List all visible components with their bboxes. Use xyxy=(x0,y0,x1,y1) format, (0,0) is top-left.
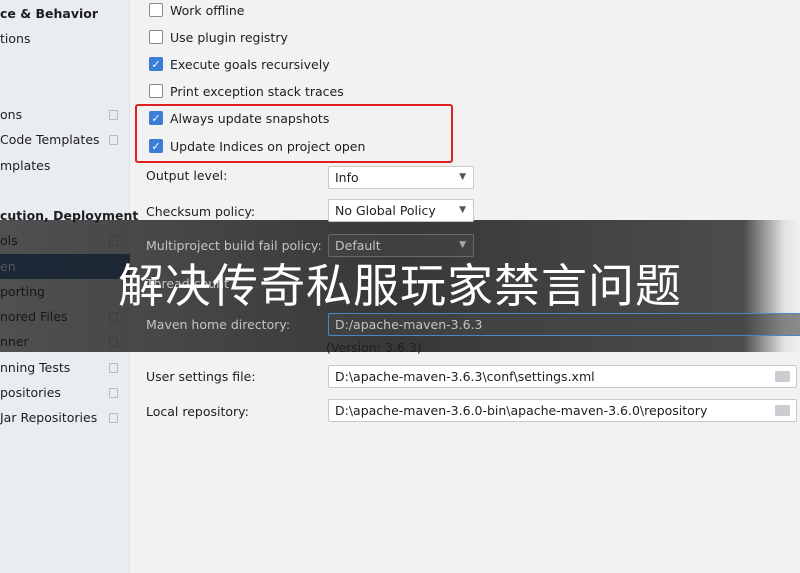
checkbox[interactable]: ✓ xyxy=(149,57,163,71)
highlight-box xyxy=(135,104,453,163)
checksum-policy-dropdown[interactable]: No Global Policy ▼ xyxy=(328,199,474,222)
sidebar-item[interactable]: mplates xyxy=(0,153,130,178)
sidebar-item-label: nning Tests xyxy=(0,360,71,375)
copy-icon xyxy=(109,110,118,120)
copy-icon xyxy=(109,388,118,398)
chevron-down-icon: ▼ xyxy=(459,172,466,182)
sidebar-item[interactable]: ons xyxy=(0,102,130,127)
maven-home-value: D:/apache-maven-3.6.3 xyxy=(335,317,483,332)
checkbox-option[interactable]: Print exception stack traces xyxy=(149,81,344,101)
folder-icon[interactable] xyxy=(775,371,790,382)
maven-home-label: Maven home directory: xyxy=(146,317,291,332)
local-repo-input[interactable]: D:\apache-maven-3.6.0-bin\apache-maven-3… xyxy=(328,399,797,422)
maven-version: (Version: 3.6.3) xyxy=(326,340,422,355)
user-settings-value: D:\apache-maven-3.6.3\conf\settings.xml xyxy=(335,369,595,384)
user-settings-input[interactable]: D:\apache-maven-3.6.3\conf\settings.xml xyxy=(328,365,797,388)
overlay-title: 解决传奇私服玩家禁言问题 xyxy=(118,259,682,313)
fail-policy-label: Multiproject build fail policy: xyxy=(146,238,322,253)
output-level-dropdown[interactable]: Info ▼ xyxy=(328,166,474,189)
sidebar-item-label: positories xyxy=(0,385,61,400)
sidebar-item[interactable]: Code Templates xyxy=(0,127,130,152)
output-level-value: Info xyxy=(335,170,359,185)
checkbox-label: Work offline xyxy=(170,2,245,18)
output-level-label: Output level: xyxy=(146,168,228,183)
sidebar-item[interactable]: tions xyxy=(0,26,130,51)
checkbox-label: Use plugin registry xyxy=(170,29,288,45)
sidebar-item-label: ce & Behavior xyxy=(0,6,99,21)
fail-policy-value: Default xyxy=(335,238,381,253)
sidebar-item-label: mplates xyxy=(0,158,51,173)
local-repo-value: D:\apache-maven-3.6.0-bin\apache-maven-3… xyxy=(335,403,708,418)
checkbox[interactable] xyxy=(149,84,163,98)
sidebar-item-label: tions xyxy=(0,31,31,46)
checkbox[interactable] xyxy=(149,3,163,17)
checkbox-option[interactable]: Use plugin registry xyxy=(149,27,288,47)
copy-icon xyxy=(109,135,118,145)
checksum-policy-label: Checksum policy: xyxy=(146,204,256,219)
sidebar-item-label: ons xyxy=(0,107,23,122)
chevron-down-icon: ▼ xyxy=(459,240,466,250)
checkbox[interactable] xyxy=(149,30,163,44)
copy-icon xyxy=(109,413,118,423)
user-settings-label: User settings file: xyxy=(146,369,256,384)
checkbox-option[interactable]: Work offline xyxy=(149,0,244,20)
chevron-down-icon: ▼ xyxy=(459,205,466,215)
sidebar-item-label: Jar Repositories xyxy=(0,410,98,425)
fail-policy-dropdown[interactable]: Default ▼ xyxy=(328,234,474,257)
sidebar-item[interactable]: Jar Repositories xyxy=(0,405,130,430)
checkbox-label: Print exception stack traces xyxy=(170,83,344,99)
sidebar-item[interactable]: nning Tests xyxy=(0,355,130,380)
folder-icon[interactable] xyxy=(775,405,790,416)
sidebar-item[interactable]: positories xyxy=(0,380,130,405)
maven-home-input[interactable]: D:/apache-maven-3.6.3 xyxy=(328,313,800,336)
sidebar-item: ce & Behavior xyxy=(0,1,130,26)
copy-icon xyxy=(109,363,118,373)
checkbox-option[interactable]: ✓ Execute goals recursively xyxy=(149,54,330,74)
sidebar-item-label: Code Templates xyxy=(0,132,100,147)
checkbox-label: Execute goals recursively xyxy=(170,56,330,72)
checksum-policy-value: No Global Policy xyxy=(335,203,436,218)
local-repo-label: Local repository: xyxy=(146,404,249,419)
